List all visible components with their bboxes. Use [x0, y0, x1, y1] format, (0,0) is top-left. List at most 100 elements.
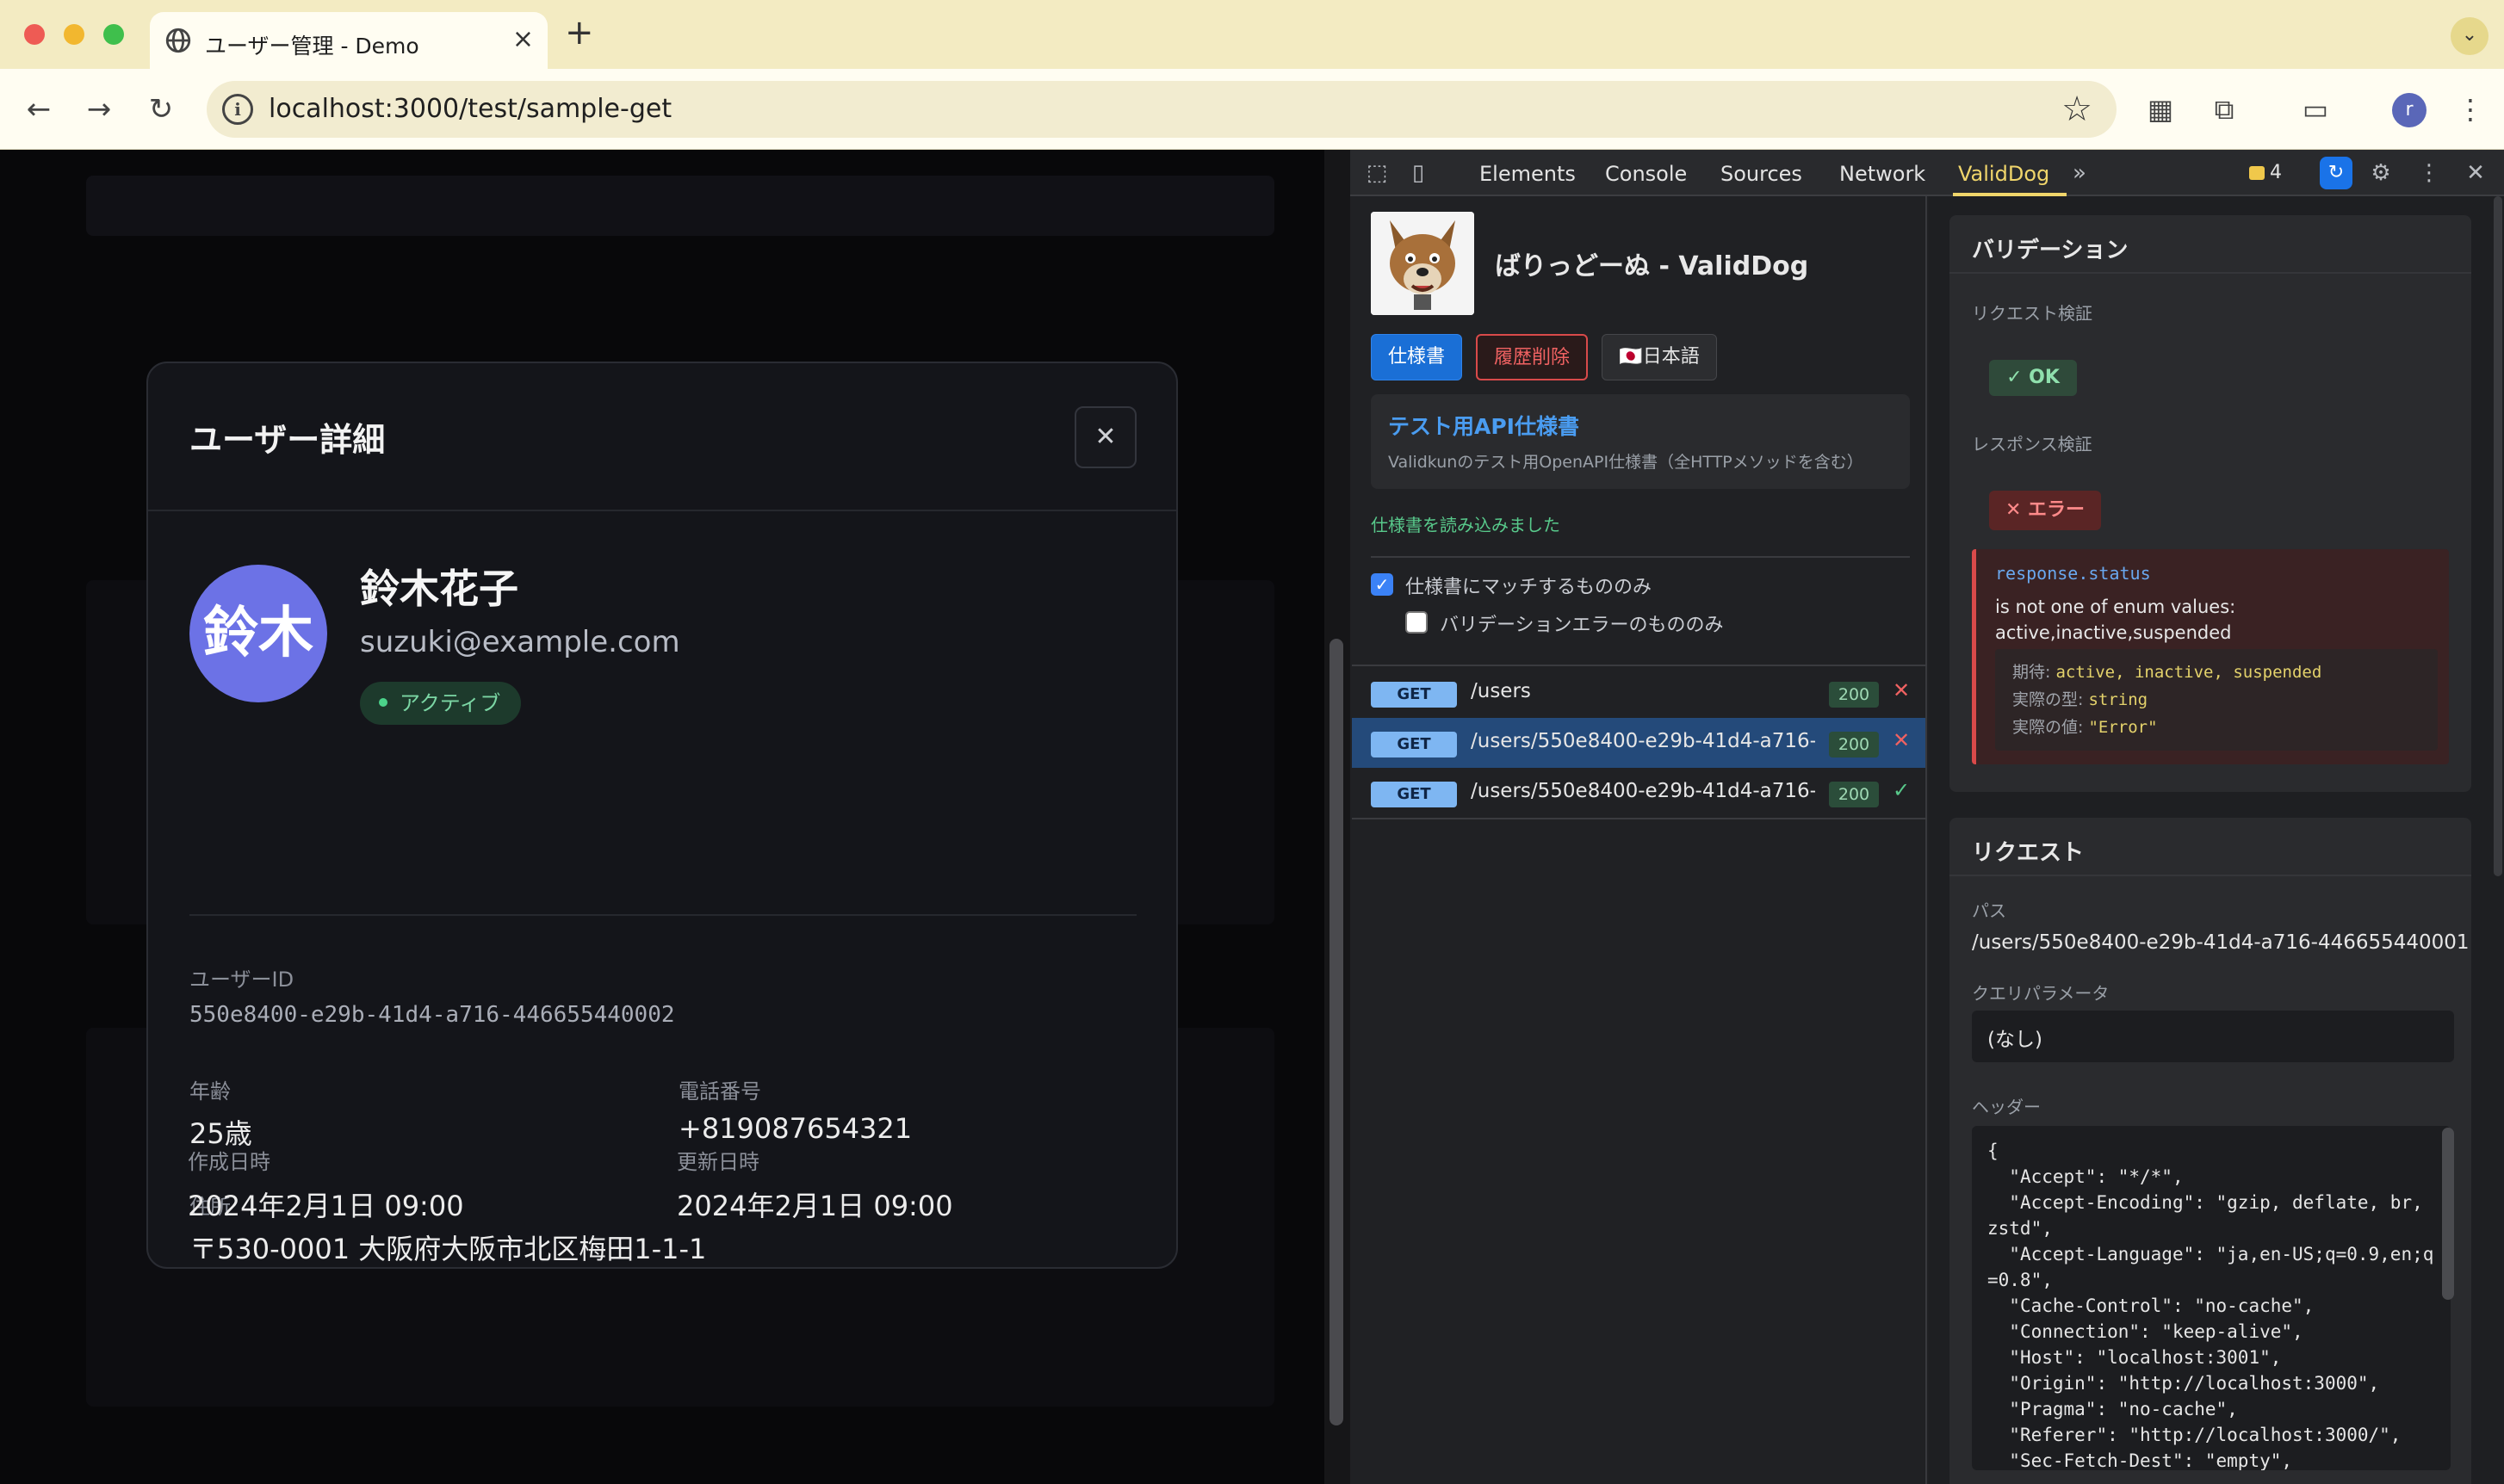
close-devtools-icon[interactable]: ✕ — [2461, 158, 2490, 188]
method-badge: GET — [1371, 682, 1457, 708]
path-value: /users/550e8400-e29b-41d4-a716-446655440… — [1972, 931, 2470, 954]
validdog-title: ばりっどーぬ - ValidDog — [1495, 251, 1809, 281]
error-field: response.status — [1995, 563, 2151, 584]
forward-button[interactable]: → — [76, 86, 122, 133]
validation-title: バリデーション — [1972, 238, 2129, 263]
bookmark-star-icon[interactable]: ☆ — [2061, 90, 2092, 129]
divider — [1352, 818, 1927, 819]
error-detail: 期待: active, inactive, suspended 実際の型: st… — [1995, 649, 2438, 751]
check-mark-icon: ✓ — [1893, 778, 1911, 802]
inspect-element-icon[interactable]: ⬚ — [1362, 158, 1391, 188]
status-code-badge: 200 — [1829, 782, 1879, 807]
query-value: (なし) — [1987, 1029, 2042, 1051]
page-scrollbar[interactable] — [1324, 150, 1350, 1484]
device-toolbar-icon[interactable]: ▯ — [1404, 158, 1433, 188]
match-only-checkbox[interactable]: ✓ — [1371, 573, 1393, 596]
user-id-value: 550e8400-e29b-41d4-a716-446655440002 — [189, 1002, 675, 1028]
site-info-icon[interactable]: i — [222, 94, 253, 125]
profile-avatar[interactable]: r — [2392, 93, 2427, 127]
request-ok-badge: ✓ OK — [1989, 360, 2077, 396]
browser-tab[interactable]: ユーザー管理 - Demo × — [150, 12, 548, 69]
language-button[interactable]: 🇯🇵日本語 — [1602, 334, 1717, 380]
tab-validdog[interactable]: ValidDog — [1958, 162, 2049, 186]
spec-card[interactable]: テスト用API仕様書 Validkunのテスト用OpenAPI仕様書（全HTTP… — [1371, 394, 1910, 489]
divider — [148, 510, 1176, 511]
request-row-selected[interactable]: GET /users/550e8400-e29b-41d4-a716-... 2… — [1352, 718, 1925, 768]
new-tab-button[interactable]: + — [565, 14, 594, 52]
headers-scrollbar[interactable] — [2442, 1128, 2454, 1300]
spec-button[interactable]: 仕様書 — [1371, 334, 1462, 380]
sync-icon[interactable]: ↻ — [2320, 157, 2352, 189]
kebab-menu-icon[interactable]: ⋮ — [2451, 90, 2490, 129]
validdog-detail: バリデーション リクエスト検証 ✓ OK レスポンス検証 ✕ エラー respo… — [1929, 196, 2504, 1484]
maximize-window-button[interactable] — [103, 24, 124, 45]
divider — [189, 914, 1137, 916]
globe-icon — [165, 28, 191, 53]
settings-gear-icon[interactable]: ⚙ — [2366, 158, 2396, 188]
age-value: 25歳 — [189, 1117, 252, 1150]
error-message: is not one of enum values: active,inacti… — [1995, 597, 2236, 643]
wolf-logo-icon — [1371, 212, 1474, 315]
validation-error-box: response.status is not one of enum value… — [1972, 549, 2449, 764]
request-path: /users/550e8400-e29b-41d4-a716-... — [1471, 780, 1815, 802]
cast-icon[interactable]: ▭ — [2296, 90, 2335, 129]
tab-sources[interactable]: Sources — [1720, 162, 1802, 186]
extensions-puzzle-icon[interactable]: ⧉ — [2204, 90, 2244, 129]
tab-close-icon[interactable]: × — [512, 24, 534, 55]
browser-toolbar: ← → ↻ i localhost:3000/test/sample-get ☆… — [0, 69, 2504, 150]
avatar: 鈴木 — [189, 565, 327, 702]
address-bar[interactable]: i localhost:3000/test/sample-get ☆ — [207, 81, 2117, 138]
status-dot-icon — [379, 698, 387, 707]
arrow-left-icon: ← — [26, 92, 52, 127]
detail-scrollbar[interactable] — [2494, 196, 2502, 876]
issues-icon — [2249, 166, 2265, 180]
modal-title: ユーザー詳細 — [189, 421, 386, 459]
user-detail-modal: ユーザー詳細 ✕ 鈴木 鈴木花子 suzuki@example.com アクティ… — [146, 362, 1178, 1269]
headers-box[interactable]: { "Accept": "*/*", "Accept-Encoding": "g… — [1972, 1126, 2451, 1470]
response-validation-label: レスポンス検証 — [1972, 434, 2092, 454]
minimize-window-button[interactable] — [64, 24, 84, 45]
headers-label: ヘッダー — [1972, 1097, 2041, 1117]
age-label: 年齢 — [189, 1079, 231, 1104]
request-validation-label: リクエスト検証 — [1972, 303, 2092, 324]
request-row[interactable]: GET /users 200 ✕ — [1352, 668, 1925, 718]
chevron-down-icon: ⌄ — [2461, 24, 2478, 46]
phone-value: +819087654321 — [679, 1112, 913, 1145]
actual-value-row: 実際の値: "Error" — [2012, 718, 2158, 737]
method-badge: GET — [1371, 732, 1457, 757]
back-button[interactable]: ← — [15, 86, 62, 133]
expected-row: 期待: active, inactive, suspended — [2012, 663, 2322, 682]
qr-code-icon[interactable]: ▦ — [2141, 90, 2180, 129]
issues-count: 4 — [2270, 162, 2282, 183]
reload-icon: ↻ — [148, 92, 174, 127]
request-path: /users/550e8400-e29b-41d4-a716-... — [1471, 730, 1815, 752]
devtools-menu-icon[interactable]: ⋮ — [2414, 158, 2444, 188]
tab-search-button[interactable]: ⌄ — [2451, 17, 2489, 55]
request-path: /users — [1471, 680, 1531, 702]
issues-counter[interactable]: 4 — [2249, 162, 2282, 183]
path-label: パス — [1972, 900, 2006, 921]
clear-history-button[interactable]: 履歴削除 — [1476, 334, 1588, 380]
status-text: アクティブ — [400, 691, 501, 715]
devtools-tabbar: ⬚ ▯ Elements Console Sources Network Val… — [1350, 150, 2504, 196]
status-badge: アクティブ — [360, 682, 522, 725]
actual-type-row: 実際の型: string — [2012, 690, 2148, 709]
scrollbar-thumb[interactable] — [1329, 639, 1343, 1425]
phone-label: 電話番号 — [679, 1079, 761, 1104]
tab-console[interactable]: Console — [1605, 162, 1687, 186]
request-row[interactable]: GET /users/550e8400-e29b-41d4-a716-... 2… — [1352, 768, 1925, 818]
panel-header: バリデーション — [1949, 215, 2471, 274]
tab-network[interactable]: Network — [1839, 162, 1925, 186]
address-value: 〒530-0001 大阪府大阪市北区梅田1-1-1 — [189, 1233, 707, 1265]
error-only-checkbox[interactable] — [1405, 611, 1428, 634]
validdog-sidebar: ばりっどーぬ - ValidDog 仕様書 履歴削除 🇯🇵日本語 テスト用API… — [1352, 196, 1927, 1484]
spec-loaded-message: 仕様書を読み込みました — [1371, 515, 1560, 535]
close-window-button[interactable] — [24, 24, 45, 45]
error-mark-icon: ✕ — [1893, 678, 1911, 702]
more-tabs-icon[interactable]: » — [2065, 158, 2094, 188]
tab-elements[interactable]: Elements — [1479, 162, 1576, 186]
validdog-logo — [1371, 212, 1474, 315]
reload-button[interactable]: ↻ — [138, 86, 184, 133]
tab-strip: ユーザー管理 - Demo × + ⌄ — [0, 0, 2504, 69]
modal-close-button[interactable]: ✕ — [1075, 406, 1137, 468]
